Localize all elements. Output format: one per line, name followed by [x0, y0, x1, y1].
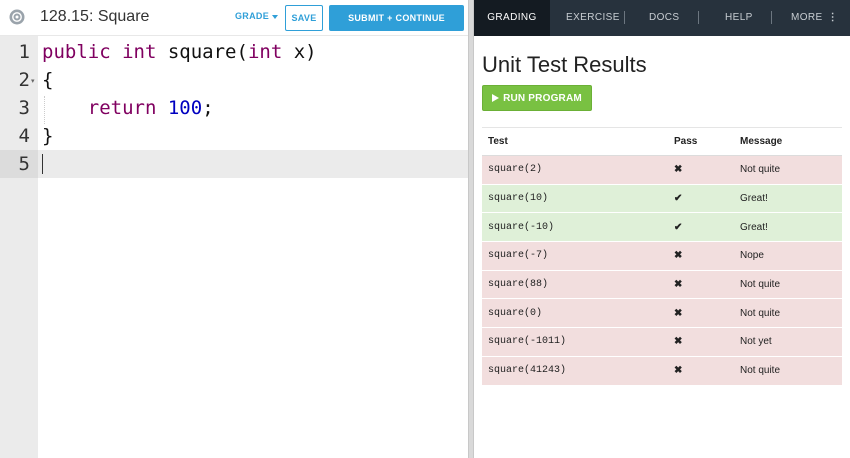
check-icon: ✔ [668, 184, 734, 214]
column-header-test: Test [482, 127, 668, 156]
tab-more[interactable]: MORE ⋮ [791, 0, 838, 36]
line-number: 4 [18, 125, 30, 147]
test-name: square(88) [482, 270, 668, 300]
exercise-title: 128.15: Square [40, 8, 150, 25]
code-token: int [247, 41, 283, 63]
table-row: square(41243) ✖ Not quite [482, 356, 842, 386]
table-row: square(2) ✖ Not quite [482, 155, 842, 185]
table-row: square(10) ✔ Great! [482, 184, 842, 214]
nav-divider [771, 11, 772, 24]
test-name: square(-10) [482, 212, 668, 243]
editor-toolbar: 128.15: Square GRADE SAVE SUBMIT + CONTI… [0, 0, 468, 36]
code-token: int [122, 41, 157, 63]
nav-divider [698, 11, 699, 24]
check-icon: ✔ [668, 212, 734, 243]
tab-more-label: MORE [791, 12, 823, 23]
fold-arrow-icon[interactable]: ▾ [31, 77, 35, 85]
nav-divider [624, 11, 625, 24]
line-number: 5 [18, 153, 30, 175]
test-message: Not yet [734, 327, 842, 357]
top-navigation: GRADING EXERCISE DOCS HELP MORE ⋮ [474, 0, 850, 36]
code-token: x) [282, 41, 317, 63]
tab-exercise[interactable]: EXERCISE [566, 0, 620, 36]
column-header-pass: Pass [668, 127, 734, 156]
test-message: Great! [734, 184, 842, 214]
grade-dropdown-label: GRADE [235, 11, 270, 21]
more-vertical-icon: ⋮ [827, 12, 839, 23]
code-line: { [42, 66, 53, 94]
cross-icon: ✖ [668, 270, 734, 300]
code-token: ; [202, 97, 214, 119]
code-token: { [42, 69, 54, 91]
code-token: 100 [167, 97, 203, 119]
test-message: Nope [734, 241, 842, 271]
test-message: Not quite [734, 155, 842, 185]
grade-dropdown[interactable]: GRADE [235, 11, 279, 21]
test-name: square(0) [482, 298, 668, 329]
test-name: square(41243) [482, 356, 668, 386]
text-cursor [42, 154, 43, 174]
code-pane: 128.15: Square GRADE SAVE SUBMIT + CONTI… [0, 0, 468, 458]
submit-continue-button[interactable]: SUBMIT + CONTINUE [329, 5, 464, 31]
cross-icon: ✖ [668, 298, 734, 329]
code-token: square( [156, 41, 248, 63]
table-header-row: Test Pass Message [482, 127, 842, 156]
test-name: square(-1011) [482, 327, 668, 357]
line-number: 2 [18, 69, 30, 91]
code-line: } [42, 122, 53, 150]
test-results-table: Test Pass Message square(2) ✖ Not quite squ… [482, 127, 842, 386]
tab-help[interactable]: HELP [725, 0, 753, 36]
table-row: square(0) ✖ Not quite [482, 298, 842, 329]
test-message: Not quite [734, 356, 842, 386]
active-line-highlight [0, 150, 468, 178]
line-number: 3 [18, 97, 30, 119]
tab-grading[interactable]: GRADING [474, 0, 550, 36]
cross-icon: ✖ [668, 241, 734, 271]
save-button[interactable]: SAVE [285, 5, 323, 31]
table-row: square(-7) ✖ Nope [482, 241, 842, 271]
cross-icon: ✖ [668, 356, 734, 386]
code-token: } [42, 125, 54, 147]
code-line: public int square(int x) [42, 38, 317, 66]
tab-docs[interactable]: DOCS [649, 0, 680, 36]
test-name: square(-7) [482, 241, 668, 271]
caret-down-icon [272, 14, 279, 19]
grading-pane: GRADING EXERCISE DOCS HELP MORE ⋮ Unit Te… [474, 0, 850, 458]
test-message: Not quite [734, 270, 842, 300]
cross-icon: ✖ [668, 155, 734, 185]
code-token: return [87, 97, 157, 119]
code-editor[interactable]: 1 2 ▾ 3 4 5 public int square(int x) { r… [0, 36, 468, 458]
gear-icon[interactable] [9, 9, 25, 25]
test-message: Great! [734, 212, 842, 243]
test-name: square(10) [482, 184, 668, 214]
table-row: square(88) ✖ Not quite [482, 270, 842, 300]
run-program-button[interactable]: RUN PROGRAM [482, 85, 592, 111]
run-program-label: RUN PROGRAM [503, 92, 582, 104]
table-row: square(-10) ✔ Great! [482, 212, 842, 243]
cross-icon: ✖ [668, 327, 734, 357]
test-name: square(2) [482, 155, 668, 185]
code-line: return 100; [42, 94, 214, 122]
column-header-message: Message [734, 127, 842, 156]
play-icon [492, 94, 500, 102]
test-message: Not quite [734, 298, 842, 329]
code-token: public [42, 41, 111, 63]
page-title: Unit Test Results [482, 52, 647, 77]
line-number: 1 [18, 41, 30, 63]
table-row: square(-1011) ✖ Not yet [482, 327, 842, 357]
test-results-body: square(2) ✖ Not quite square(10) ✔ Great! squa… [482, 155, 842, 386]
